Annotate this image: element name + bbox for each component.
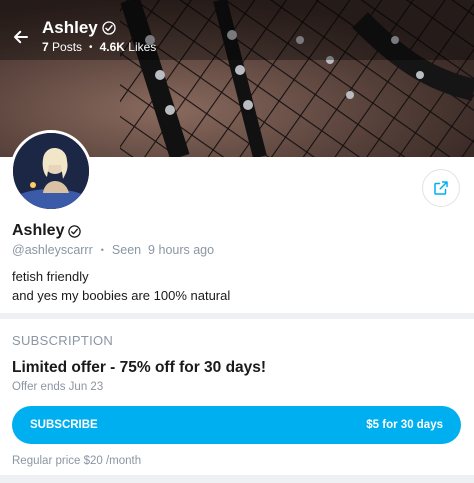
- verified-check-icon: [102, 21, 116, 35]
- posts-count: 7: [42, 40, 49, 54]
- profile-handle[interactable]: @ashleyscarrr: [12, 243, 93, 257]
- offer-title: Limited offer - 75% off for 30 days!: [12, 359, 267, 376]
- header-name-text: Ashley: [42, 18, 98, 37]
- likes-label: Likes: [128, 40, 157, 54]
- share-icon: [434, 181, 448, 195]
- share-button[interactable]: [422, 169, 460, 207]
- subscribe-button-price: $5 for 30 days: [366, 419, 443, 431]
- profile-name-text: Ashley: [12, 222, 65, 239]
- back-arrow-icon: [14, 30, 28, 44]
- header-stats: 7 Posts • 4.6K Likes: [42, 40, 156, 54]
- verified-check-icon: [68, 224, 82, 238]
- avatar-image: [13, 133, 89, 209]
- posts-label: Posts: [52, 40, 83, 54]
- bio-line-2: and yes my boobies are 100% natural: [12, 288, 231, 303]
- profile-name: Ashley: [12, 222, 82, 240]
- top-bar: Ashley 7 Posts • 4.6K Likes: [0, 0, 474, 62]
- regular-price: Regular price $20 /month: [12, 455, 142, 467]
- back-button[interactable]: [8, 24, 34, 50]
- likes-count: 4.6K: [99, 40, 125, 54]
- stats-separator: •: [89, 41, 93, 53]
- last-seen: Seen 9 hours ago: [111, 243, 215, 257]
- subscription-title: SUBSCRIPTION: [12, 333, 114, 348]
- bio-line-1: fetish friendly: [12, 269, 89, 284]
- handle-separator: •: [100, 245, 104, 255]
- subscribe-button[interactable]: SUBSCRIBE $5 for 30 days: [12, 406, 461, 444]
- handle-row: @ashleyscarrr • Seen 9 hours ago: [12, 243, 214, 257]
- offer-ends: Offer ends Jun 23: [12, 381, 104, 393]
- subscribe-button-label: SUBSCRIBE: [30, 419, 98, 431]
- avatar[interactable]: [10, 130, 92, 212]
- header-name: Ashley: [42, 18, 117, 38]
